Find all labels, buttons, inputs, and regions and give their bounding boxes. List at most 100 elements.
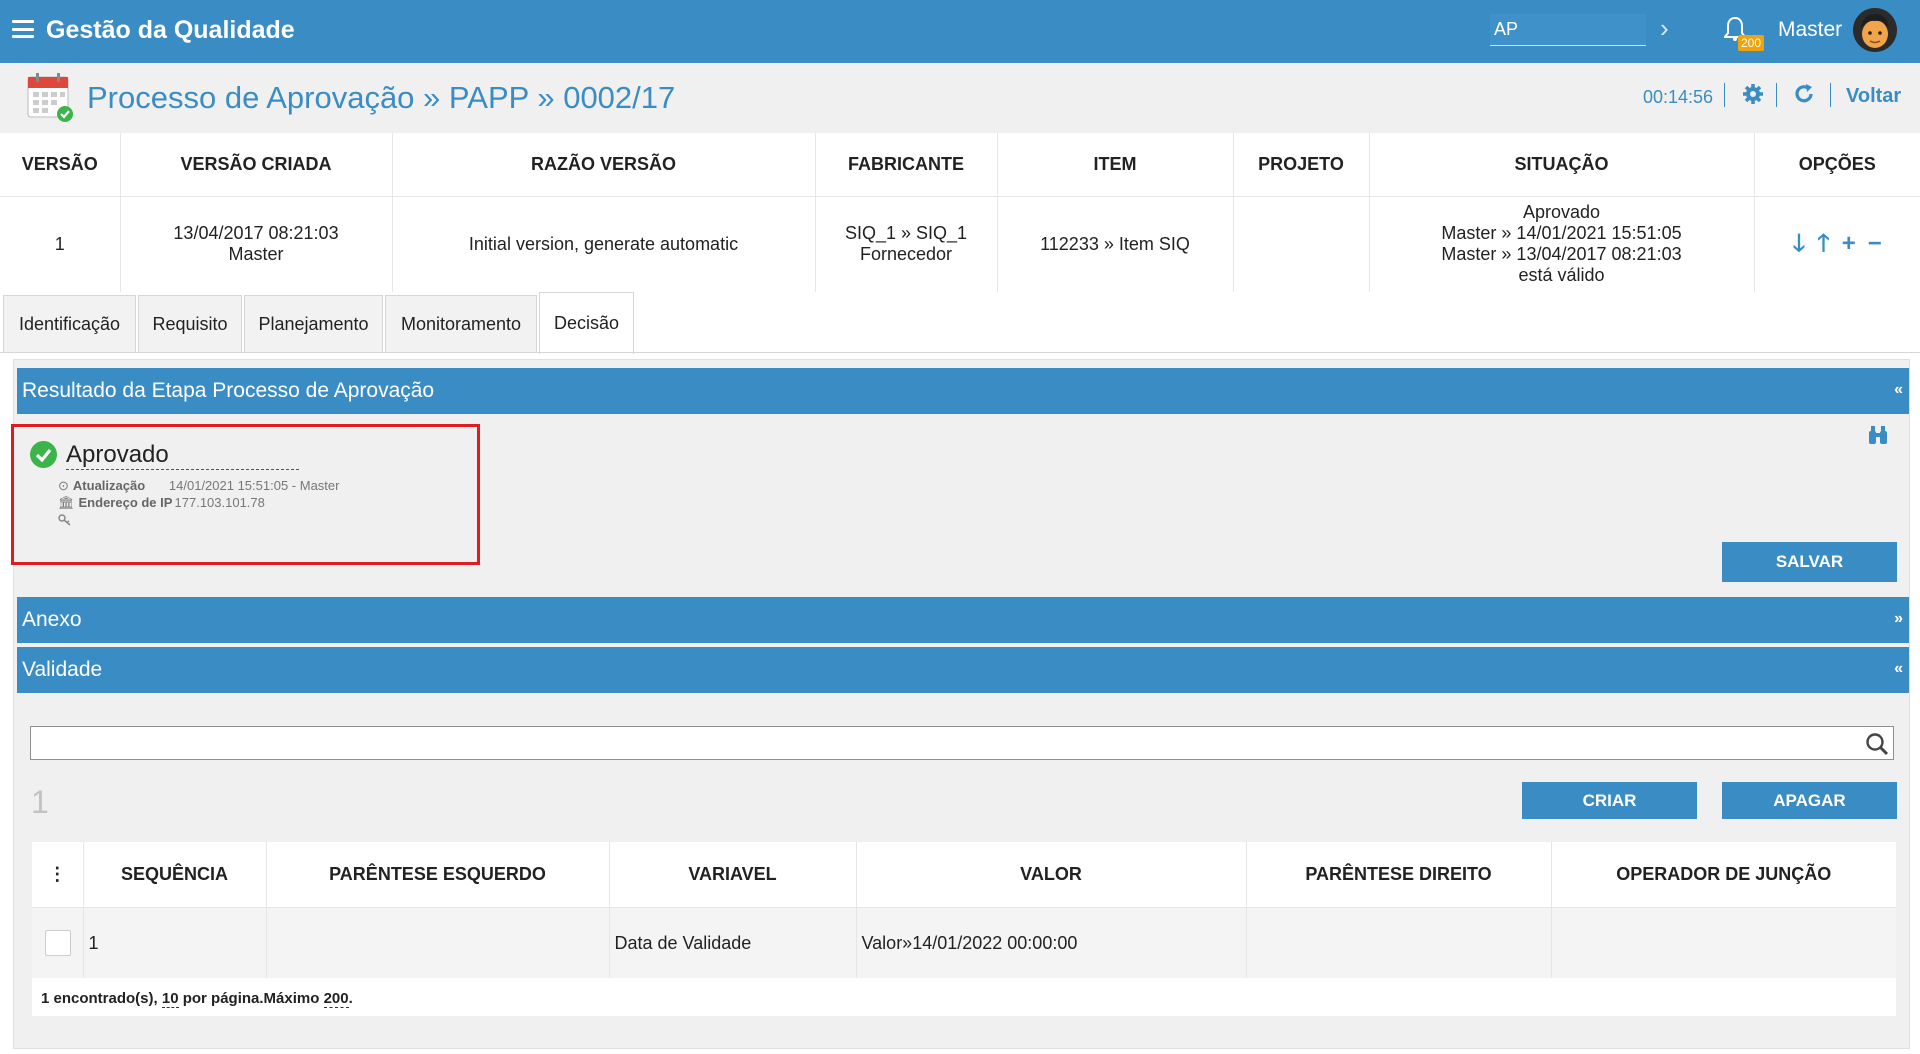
section-header-resultado[interactable]: Resultado da Etapa Processo de Aprovação… <box>17 368 1909 414</box>
check-circle-icon <box>30 441 57 468</box>
left-paren-cell <box>266 907 610 979</box>
value-cell: Valor»14/01/2022 00:00:00 <box>856 907 1247 979</box>
chevron-right-icon[interactable]: › <box>1660 13 1669 44</box>
section-title: Validade <box>22 658 103 681</box>
collapse-icon[interactable]: « <box>1894 660 1903 678</box>
found-text: 1 encontrado(s), <box>41 990 162 1007</box>
section-title: Anexo <box>22 608 82 631</box>
table-row[interactable]: 1 Data de Validade Valor»14/01/2022 00:0… <box>32 907 1896 979</box>
decision-panel: Resultado da Etapa Processo de Aprovação… <box>11 359 1910 1049</box>
calendar-approved-icon <box>26 71 74 128</box>
gear-icon[interactable] <box>1742 83 1764 110</box>
arrow-down-icon[interactable]: 🡓 <box>1793 230 1805 257</box>
notification-badge: 200 <box>1738 35 1765 51</box>
row-checkbox[interactable] <box>45 930 71 957</box>
create-button[interactable]: CRIAR <box>1522 782 1697 819</box>
ip-label: Endereço de IP <box>78 495 173 510</box>
tab-identificacao[interactable]: Identificação <box>3 295 136 353</box>
manufacturer-type: Fornecedor <box>859 244 953 265</box>
avatar[interactable] <box>1853 8 1897 52</box>
back-button[interactable]: Voltar <box>1846 85 1901 108</box>
update-info: ⊙ Atualização 14/01/2021 15:51:05 - Master <box>58 478 339 494</box>
table-header-row: VERSÃO VERSÃO CRIADA RAZÃO VERSÃO FABRIC… <box>0 133 1920 197</box>
column-options-icon[interactable]: ⋮ <box>32 842 84 908</box>
page-header: Processo de Aprovação » PAPP » 0002/17 0… <box>0 63 1920 133</box>
project <box>1233 196 1370 292</box>
module-search-input[interactable] <box>1490 14 1646 46</box>
clock-icon: ⊙ <box>58 478 69 493</box>
save-button[interactable]: SALVAR <box>1722 542 1897 582</box>
section-header-validade[interactable]: Validade « <box>17 647 1909 693</box>
page-title: Processo de Aprovação » PAPP » 0002/17 <box>87 80 676 115</box>
validity-table: ⋮ SEQUÊNCIA PARÊNTESE ESQUERDO VARIAVEL … <box>32 842 1896 979</box>
divider <box>1830 83 1831 107</box>
update-label: Atualização <box>72 478 146 493</box>
column-header: PROJETO <box>1233 133 1370 197</box>
version-reason: Initial version, generate automatic <box>392 196 816 292</box>
result-highlight: Aprovado ⊙ Atualização 14/01/2021 15:51:05… <box>11 424 480 565</box>
max-selector[interactable]: 200 <box>323 990 349 1008</box>
refresh-icon[interactable] <box>1793 83 1815 110</box>
version-table: VERSÃO VERSÃO CRIADA RAZÃO VERSÃO FABRIC… <box>0 133 1920 292</box>
section-title: Resultado da Etapa Processo de Aprovação <box>22 379 435 402</box>
column-header[interactable]: VARIAVEL <box>609 842 857 908</box>
item: 112233 » Item SIQ <box>997 196 1234 292</box>
update-value: 14/01/2021 15:51:05 - Master <box>168 478 340 493</box>
column-header: SITUAÇÃO <box>1369 133 1755 197</box>
table-row[interactable]: 1 13/04/2017 08:21:03 Master Initial vers… <box>0 196 1920 292</box>
collapse-icon[interactable]: « <box>1894 381 1903 399</box>
column-header: RAZÃO VERSÃO <box>392 133 816 197</box>
row-checkbox-cell <box>32 907 84 979</box>
column-header: FABRICANTE <box>815 133 998 197</box>
tab-planejamento[interactable]: Planejamento <box>244 295 383 353</box>
column-header[interactable]: OPERADOR DE JUNÇÃO <box>1551 842 1896 908</box>
column-header: OPÇÕES <box>1754 133 1920 197</box>
column-header[interactable]: SEQUÊNCIA <box>83 842 267 908</box>
validity-search-input[interactable] <box>30 726 1894 760</box>
search-icon[interactable] <box>1865 732 1889 761</box>
right-paren-cell <box>1246 907 1552 979</box>
delete-button[interactable]: APAGAR <box>1722 782 1897 819</box>
menu-icon[interactable] <box>12 20 34 38</box>
key-icon <box>58 514 72 529</box>
column-header: VERSÃO <box>0 133 121 197</box>
column-header[interactable]: VALOR <box>856 842 1247 908</box>
situation: Aprovado Master » 14/01/2021 15:51:05 Ma… <box>1369 196 1755 292</box>
section-header-anexo[interactable]: Anexo » <box>17 597 1909 643</box>
bank-icon: 🏛 <box>58 495 75 510</box>
per-page-text: por página.Máximo <box>178 990 324 1007</box>
minus-icon[interactable]: − <box>1868 230 1882 257</box>
tab-monitoramento[interactable]: Monitoramento <box>385 295 537 353</box>
column-header: VERSÃO CRIADA <box>120 133 393 197</box>
options: 🡓 🡑 + − <box>1754 196 1920 292</box>
column-header[interactable]: PARÊNTESE ESQUERDO <box>266 842 610 908</box>
version-number: 1 <box>0 196 121 292</box>
pagination-footer: 1 encontrado(s), 10 por página.Máximo 20… <box>32 978 1896 1016</box>
binoculars-icon[interactable] <box>1867 425 1889 450</box>
situation-status: Aprovado <box>1522 202 1601 223</box>
result-status[interactable]: Aprovado <box>66 441 299 470</box>
created-date: 13/04/2017 08:21:03 <box>173 223 339 244</box>
per-page-selector[interactable]: 10 <box>161 990 179 1008</box>
divider <box>1724 83 1725 107</box>
situation-line: Master » 13/04/2017 08:21:03 <box>1441 244 1682 265</box>
manufacturer-name: SIQ_1 » SIQ_1 <box>844 223 968 244</box>
user-name[interactable]: Master <box>1778 18 1842 42</box>
arrow-up-icon[interactable]: 🡑 <box>1817 230 1829 257</box>
version-created: 13/04/2017 08:21:03 Master <box>120 196 393 292</box>
column-header: ITEM <box>997 133 1234 197</box>
situation-validity: está válido <box>1518 265 1605 286</box>
tab-decisao[interactable]: Decisão <box>539 292 634 354</box>
ip-value: 177.103.101.78 <box>174 495 265 510</box>
manufacturer: SIQ_1 » SIQ_1 Fornecedor <box>815 196 998 292</box>
plus-icon[interactable]: + <box>1842 230 1856 257</box>
ip-info: 🏛 Endereço de IP 177.103.101.78 <box>58 495 265 511</box>
app-title: Gestão da Qualidade <box>46 16 295 44</box>
situation-line: Master » 14/01/2021 15:51:05 <box>1441 223 1682 244</box>
expand-icon[interactable]: » <box>1894 610 1903 628</box>
tab-requisito[interactable]: Requisito <box>138 295 242 353</box>
column-header[interactable]: PARÊNTESE DIREITO <box>1246 842 1552 908</box>
table-header-row: ⋮ SEQUÊNCIA PARÊNTESE ESQUERDO VARIAVEL … <box>32 842 1896 908</box>
session-timer: 00:14:56 <box>1643 87 1714 107</box>
tab-bar: Identificação Requisito Planejamento Mon… <box>0 292 1920 354</box>
